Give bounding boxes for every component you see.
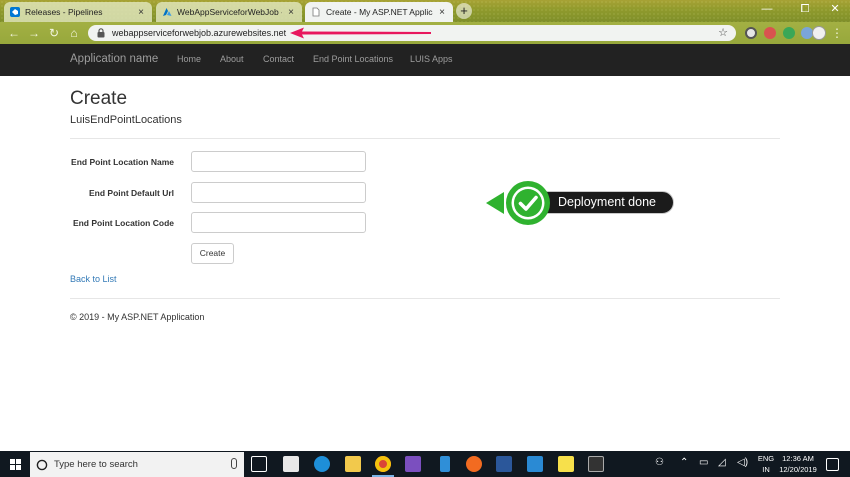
red-arrow-annotation <box>290 27 431 39</box>
divider <box>70 138 780 139</box>
azure-icon <box>162 7 172 17</box>
microphone-icon[interactable] <box>231 458 237 469</box>
file-explorer-icon[interactable] <box>345 456 361 472</box>
bookmark-star-icon[interactable]: ☆ <box>718 26 728 39</box>
tab-title: WebAppServiceforWebJob - Mic <box>177 7 282 17</box>
search-placeholder: Type here to search <box>54 459 138 470</box>
battery-icon[interactable]: ▭ <box>699 457 708 468</box>
back-to-list-link[interactable]: Back to List <box>70 274 117 284</box>
windows-start-icon[interactable] <box>10 459 21 470</box>
back-button[interactable]: ← <box>6 25 22 41</box>
tab-releases-pipelines[interactable]: Releases - Pipelines × <box>4 2 152 22</box>
tab-close-icon[interactable]: × <box>286 7 296 18</box>
callout-text: Deployment done <box>558 195 656 209</box>
nav-link-end-point-locations[interactable]: End Point Locations <box>313 54 393 64</box>
chrome-icon[interactable] <box>375 456 391 472</box>
mail-icon[interactable] <box>283 456 299 472</box>
location-code-input[interactable] <box>191 212 366 233</box>
deployment-done-callout: Deployment done <box>486 180 676 226</box>
chevron-up-icon[interactable]: ⌃ <box>680 457 688 468</box>
location-name-input[interactable] <box>191 151 366 172</box>
clock-time: 12:36 AM <box>782 454 814 463</box>
profile-avatar[interactable] <box>812 26 826 40</box>
site-brand[interactable]: Application name <box>70 53 158 65</box>
field-label-default-url: End Point Default Url <box>89 188 174 198</box>
footer-copyright: © 2019 - My ASP.NET Application <box>70 312 205 322</box>
visual-studio-icon[interactable] <box>405 456 421 472</box>
new-tab-button[interactable]: + <box>456 3 472 19</box>
taskbar-clock[interactable]: 12:36 AM 12/20/2019 <box>776 453 820 475</box>
sticky-notes-icon[interactable] <box>558 456 574 472</box>
search-icon <box>36 459 48 470</box>
checkmark-icon <box>486 181 550 225</box>
forward-button[interactable]: → <box>26 25 42 41</box>
page-subtitle: LuisEndPointLocations <box>70 114 182 126</box>
reload-button[interactable]: ↻ <box>46 25 62 41</box>
page-title: Create <box>70 88 128 109</box>
lock-icon <box>96 28 106 38</box>
taskbar-search-box[interactable]: Type here to search <box>30 452 244 477</box>
tab-webappservice[interactable]: WebAppServiceforWebJob - Mic × <box>156 2 302 22</box>
field-label-location-name: End Point Location Name <box>71 157 174 167</box>
tab-title: Releases - Pipelines <box>25 7 103 17</box>
word-icon[interactable] <box>496 456 512 472</box>
page-icon <box>311 7 321 17</box>
language-region: IN <box>762 465 770 474</box>
vscode-icon[interactable] <box>527 456 543 472</box>
home-button[interactable]: ⌂ <box>66 25 82 41</box>
tab-create-aspnet[interactable]: Create - My ASP.NET Application × <box>305 2 453 22</box>
task-view-icon[interactable] <box>251 456 267 472</box>
minimize-button[interactable]: — <box>752 0 782 18</box>
menu-kebab-icon[interactable]: ⋮ <box>830 25 844 41</box>
language-indicator[interactable]: ENG IN <box>757 453 775 475</box>
edge-browser-icon[interactable] <box>314 456 330 472</box>
create-button[interactable]: Create <box>191 243 234 264</box>
network-icon[interactable]: ◿ <box>718 457 726 468</box>
default-url-input[interactable] <box>191 182 366 203</box>
close-window-button[interactable]: ✕ <box>820 0 850 18</box>
phone-app-icon[interactable] <box>440 456 450 472</box>
url-text: webappserviceforwebjob.azurewebsites.net <box>112 28 287 38</box>
nav-link-about[interactable]: About <box>220 54 244 64</box>
divider <box>70 298 780 299</box>
nav-link-contact[interactable]: Contact <box>263 54 294 64</box>
tab-title: Create - My ASP.NET Application <box>326 7 433 17</box>
terminal-icon[interactable] <box>588 456 604 472</box>
postman-icon[interactable] <box>466 456 482 472</box>
azure-devops-icon <box>10 7 20 17</box>
language-code: ENG <box>757 454 775 463</box>
nav-link-luis-apps[interactable]: LUIS Apps <box>410 54 453 64</box>
notifications-icon[interactable] <box>826 458 839 471</box>
grammarly-icon[interactable] <box>783 27 795 39</box>
volume-icon[interactable]: ◁) <box>737 457 748 468</box>
field-label-location-code: End Point Location Code <box>72 218 174 228</box>
extension-icon[interactable] <box>745 27 757 39</box>
tab-close-icon[interactable]: × <box>136 7 146 18</box>
site-navbar: Application name Home About Contact End … <box>0 44 850 76</box>
tab-close-icon[interactable]: × <box>437 7 447 18</box>
people-icon[interactable]: ⚇ <box>655 457 664 468</box>
maximize-button[interactable]: ⧠ <box>790 0 820 18</box>
nav-link-home[interactable]: Home <box>177 54 201 64</box>
clock-date: 12/20/2019 <box>779 465 817 474</box>
extension-icon[interactable] <box>764 27 776 39</box>
